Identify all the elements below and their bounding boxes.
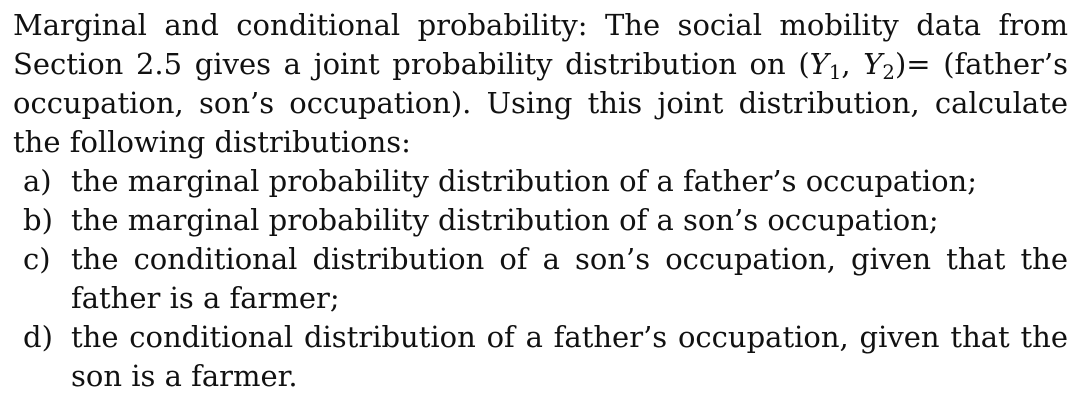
problem-text: Marginal and conditional probability: Th… bbox=[13, 6, 1068, 396]
subquestion-c: c) the conditional distribution of a son… bbox=[13, 240, 1068, 318]
subquestion-d: d) the conditional distribution of a fat… bbox=[13, 318, 1068, 396]
problem-intro: Marginal and conditional probability: Th… bbox=[13, 6, 1068, 162]
subquestion-marker: c) bbox=[23, 242, 51, 276]
subquestion-list: a) the marginal probability distribution… bbox=[13, 162, 1068, 396]
subquestion-text: the conditional distribution of a son’s … bbox=[71, 242, 1068, 315]
subquestion-marker: b) bbox=[23, 203, 53, 237]
subquestion-b: b) the marginal probability distribution… bbox=[13, 201, 1068, 240]
subquestion-marker: a) bbox=[23, 164, 52, 198]
subquestion-text: the marginal probability distribution of… bbox=[71, 203, 939, 237]
subquestion-text: the conditional distribution of a father… bbox=[71, 320, 1068, 393]
subquestion-text: the marginal probability distribution of… bbox=[71, 164, 978, 198]
joint-variables-math: (Y1, Y2) bbox=[798, 47, 907, 84]
subquestion-a: a) the marginal probability distribution… bbox=[13, 162, 1068, 201]
subquestion-marker: d) bbox=[23, 320, 53, 354]
